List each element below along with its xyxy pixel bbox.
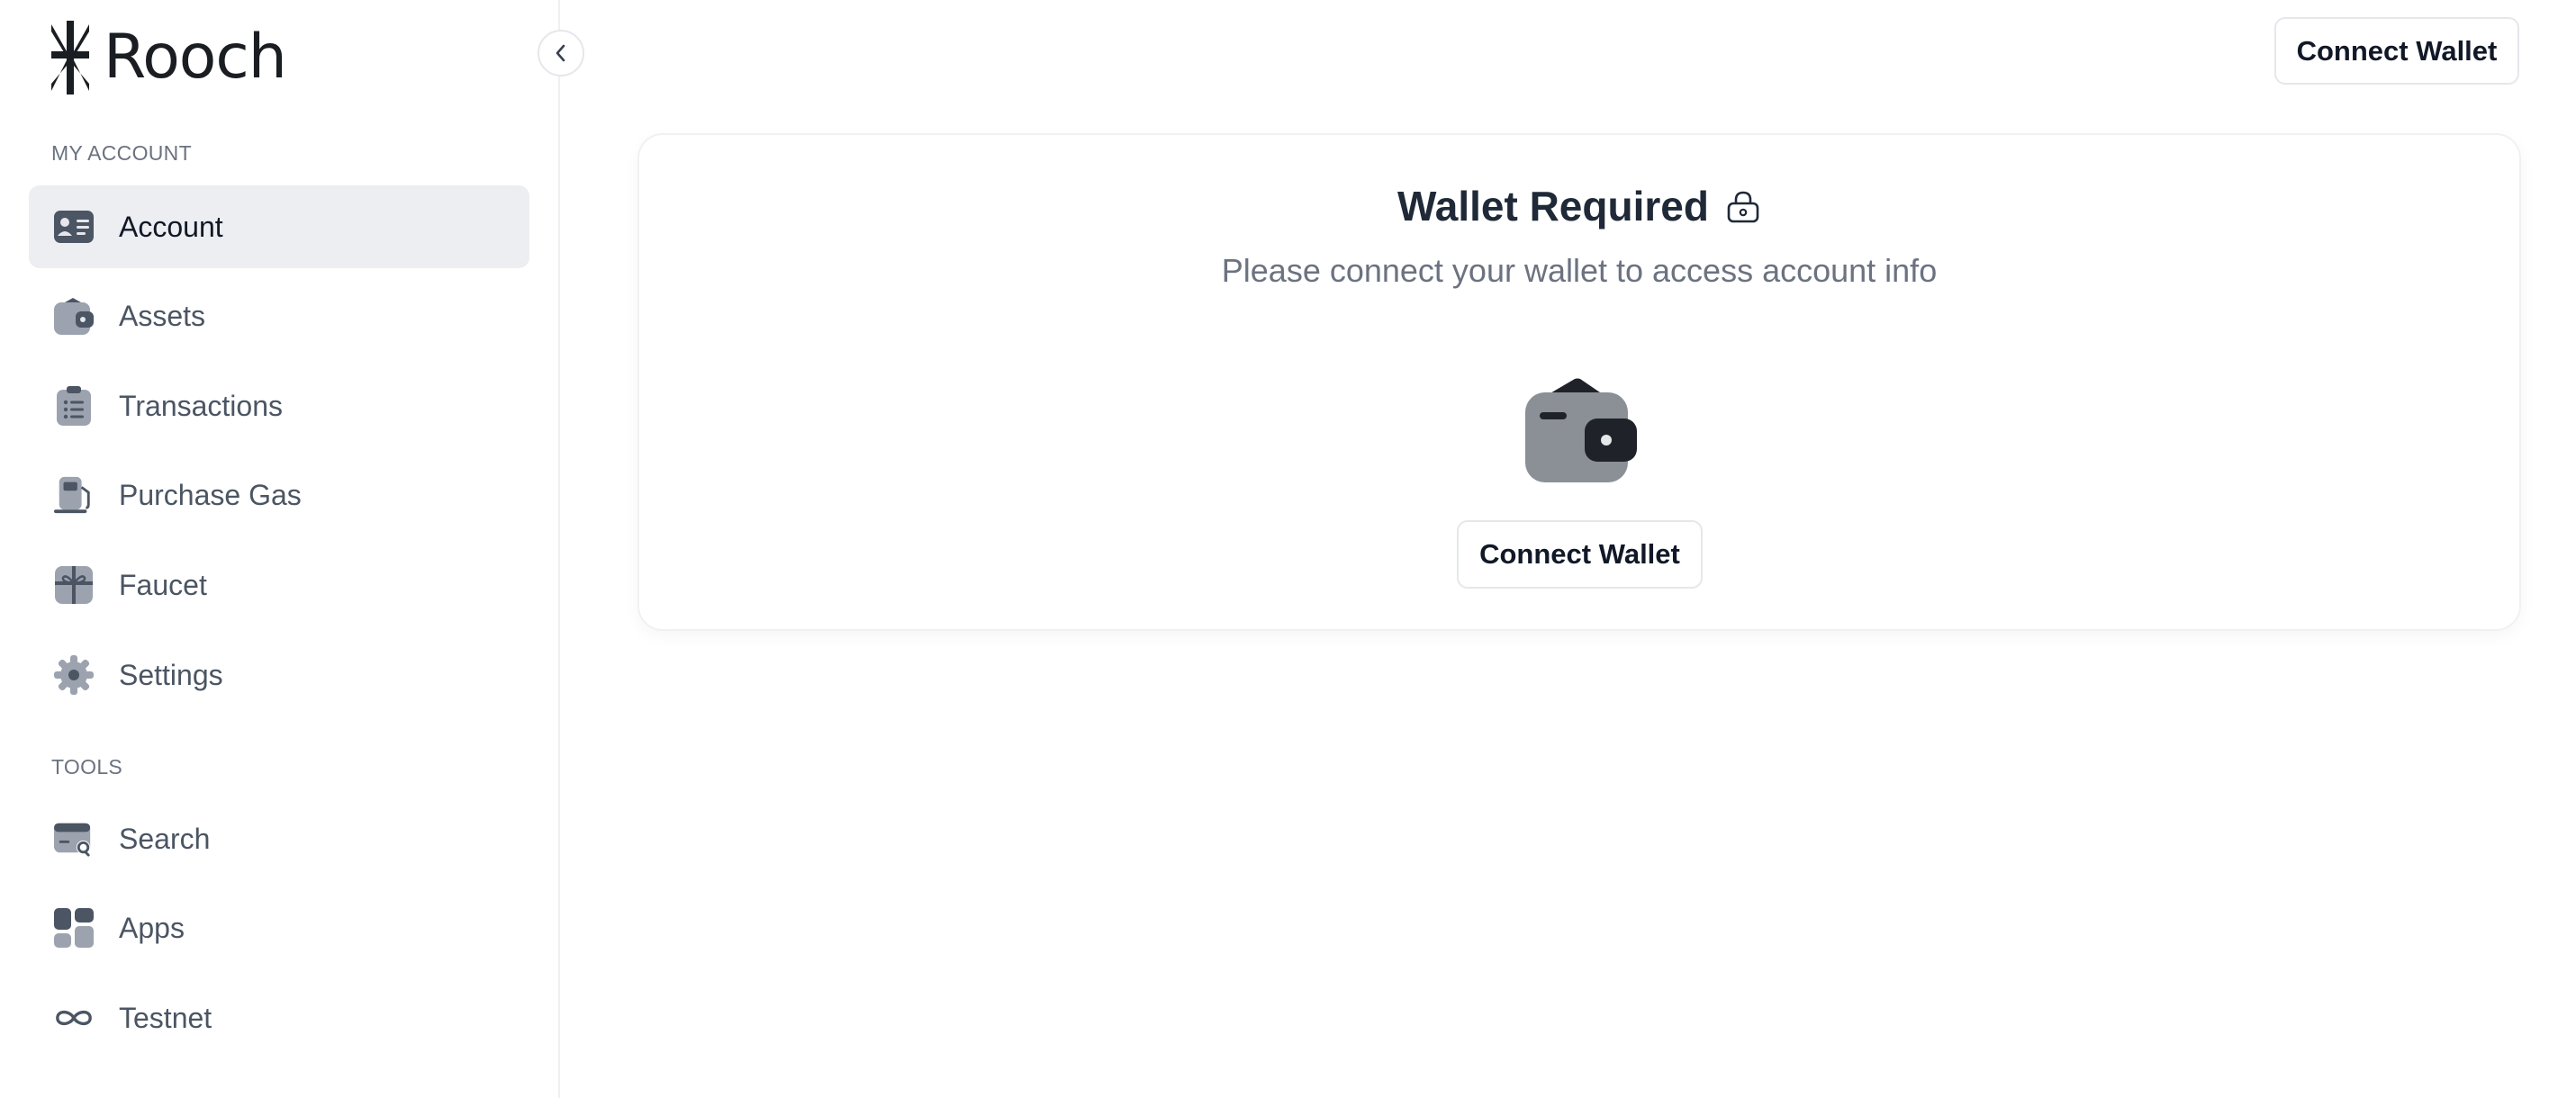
clipboard-list-icon bbox=[54, 386, 94, 426]
sidebar-item-label: Account bbox=[119, 210, 223, 243]
rooch-logo-icon bbox=[51, 21, 89, 94]
section-title-my-account: MY ACCOUNT bbox=[51, 141, 192, 165]
section-title-tools: TOOLS bbox=[51, 755, 123, 778]
app-root: Rooch MY ACCOUNT Account Assets Transact… bbox=[0, 0, 2576, 1098]
sidebar-item-testnet[interactable]: Testnet bbox=[29, 976, 529, 1059]
gift-icon bbox=[54, 565, 94, 605]
sidebar-item-label: Search bbox=[119, 822, 211, 855]
sidebar-item-assets[interactable]: Assets bbox=[29, 274, 529, 357]
sidebar-item-label: Purchase Gas bbox=[119, 478, 302, 511]
sidebar-item-label: Apps bbox=[119, 911, 185, 944]
account-card-icon bbox=[54, 207, 94, 247]
card-title-row: Wallet Required bbox=[639, 182, 2519, 230]
sidebar-item-apps[interactable]: Apps bbox=[29, 886, 529, 969]
infinity-icon bbox=[54, 998, 94, 1038]
chevron-left-icon bbox=[556, 44, 565, 62]
card-connect-wallet-button[interactable]: Connect Wallet bbox=[1457, 520, 1703, 589]
sidebar: Rooch MY ACCOUNT Account Assets Transact… bbox=[0, 0, 560, 1098]
wallet-required-card: Wallet Required Please connect your wall… bbox=[637, 133, 2521, 631]
header-connect-wallet-button[interactable]: Connect Wallet bbox=[2274, 17, 2519, 85]
card-subtitle: Please connect your wallet to access acc… bbox=[1221, 252, 1938, 289]
sidebar-item-search[interactable]: Search bbox=[29, 797, 529, 880]
sidebar-item-settings[interactable]: Settings bbox=[29, 634, 529, 716]
sidebar-collapse-button[interactable] bbox=[538, 30, 584, 76]
sidebar-item-label: Settings bbox=[119, 658, 223, 691]
sidebar-item-faucet[interactable]: Faucet bbox=[29, 544, 529, 626]
lock-icon bbox=[1727, 191, 1759, 223]
sidebar-item-label: Transactions bbox=[119, 389, 283, 422]
logo-text: Rooch bbox=[104, 22, 287, 93]
sidebar-item-account[interactable]: Account bbox=[29, 185, 529, 268]
sidebar-item-label: Faucet bbox=[119, 568, 207, 601]
sidebar-item-label: Assets bbox=[119, 299, 206, 332]
wallet-icon bbox=[54, 296, 94, 336]
wallet-illustration-icon bbox=[1525, 378, 1637, 482]
sidebar-item-purchase-gas[interactable]: Purchase Gas bbox=[29, 454, 529, 536]
card-title: Wallet Required bbox=[1397, 183, 1709, 230]
apps-grid-icon bbox=[54, 908, 94, 948]
gas-pump-icon bbox=[54, 475, 94, 515]
gear-icon bbox=[54, 655, 94, 695]
sidebar-item-label: Testnet bbox=[119, 1001, 212, 1034]
logo[interactable]: Rooch bbox=[50, 20, 287, 95]
sidebar-item-transactions[interactable]: Transactions bbox=[29, 364, 529, 447]
search-card-icon bbox=[54, 819, 94, 859]
